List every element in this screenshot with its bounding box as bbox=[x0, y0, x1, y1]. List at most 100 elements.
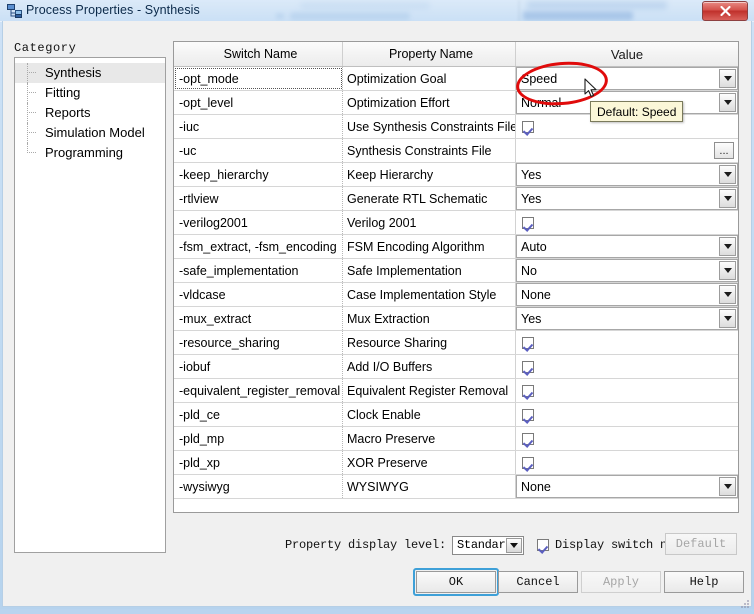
hierarchy-icon bbox=[7, 3, 23, 18]
grid-row[interactable]: -rtlview Generate RTL Schematic Yes bbox=[174, 187, 738, 211]
column-header-value[interactable]: Value bbox=[516, 42, 738, 66]
chevron-down-icon[interactable] bbox=[719, 189, 736, 208]
cell-value[interactable] bbox=[516, 451, 738, 474]
cell-value[interactable] bbox=[516, 403, 738, 426]
chevron-down-icon[interactable] bbox=[506, 537, 523, 553]
category-item-label: Reports bbox=[45, 105, 91, 120]
cell-property-name: Generate RTL Schematic bbox=[343, 187, 516, 210]
category-item-synthesis[interactable]: Synthesis bbox=[15, 63, 165, 83]
grid-row[interactable]: -opt_mode Optimization Goal Speed bbox=[174, 67, 738, 91]
cell-switch-name: -resource_sharing bbox=[174, 331, 343, 354]
value-checkbox[interactable] bbox=[522, 456, 534, 469]
chevron-down-icon[interactable] bbox=[719, 237, 736, 256]
grid-row[interactable]: -uc Synthesis Constraints File... bbox=[174, 139, 738, 163]
value-combobox[interactable]: Speed bbox=[516, 67, 738, 90]
display-switch-names-checkbox[interactable] bbox=[537, 539, 550, 551]
value-checkbox[interactable] bbox=[522, 216, 534, 229]
options-bar: Property display level: Standard Display… bbox=[285, 533, 695, 557]
value-combobox[interactable]: No bbox=[516, 259, 738, 282]
cell-switch-name: -wysiwyg bbox=[174, 475, 343, 498]
column-header-property-name[interactable]: Property Name bbox=[343, 42, 516, 66]
help-button[interactable]: Help bbox=[664, 571, 744, 593]
value-combobox[interactable]: Yes bbox=[516, 307, 738, 330]
cell-value[interactable]: None bbox=[516, 475, 738, 498]
cell-value[interactable]: Yes bbox=[516, 187, 738, 210]
grid-row[interactable]: -iobuf Add I/O Buffers bbox=[174, 355, 738, 379]
cell-value[interactable] bbox=[516, 379, 738, 402]
category-item-simulation-model[interactable]: Simulation Model bbox=[15, 123, 165, 143]
cell-switch-name: -pld_mp bbox=[174, 427, 343, 450]
browse-ellipsis-button[interactable]: ... bbox=[714, 142, 734, 159]
cancel-button[interactable]: Cancel bbox=[498, 571, 578, 593]
cell-switch-name: -opt_level bbox=[174, 91, 343, 114]
cell-value[interactable] bbox=[516, 355, 738, 378]
value-checkbox[interactable] bbox=[522, 432, 534, 445]
category-item-label: Simulation Model bbox=[45, 125, 145, 140]
value-combobox[interactable]: Auto bbox=[516, 235, 738, 258]
value-combobox[interactable]: Yes bbox=[516, 163, 738, 186]
value-checkbox[interactable] bbox=[522, 360, 534, 373]
grid-row[interactable]: -pld_xp XOR Preserve bbox=[174, 451, 738, 475]
value-checkbox[interactable] bbox=[522, 408, 534, 421]
grid-row[interactable]: -pld_mp Macro Preserve bbox=[174, 427, 738, 451]
category-item-reports[interactable]: Reports bbox=[15, 103, 165, 123]
cell-value[interactable] bbox=[516, 211, 738, 234]
grid-row[interactable]: -safe_implementation Safe Implementation N… bbox=[174, 259, 738, 283]
cell-property-name: Use Synthesis Constraints File bbox=[343, 115, 516, 138]
cell-value[interactable]: Auto bbox=[516, 235, 738, 258]
chevron-down-icon[interactable] bbox=[719, 69, 736, 88]
chevron-down-icon[interactable] bbox=[719, 165, 736, 184]
chevron-down-icon[interactable] bbox=[719, 285, 736, 304]
display-level-select[interactable]: Standard bbox=[452, 535, 525, 555]
cell-switch-name: -vldcase bbox=[174, 283, 343, 306]
cell-value[interactable] bbox=[516, 427, 738, 450]
grid-row[interactable]: -fsm_extract, -fsm_encoding FSM Encoding … bbox=[174, 235, 738, 259]
close-button[interactable] bbox=[702, 1, 748, 21]
cell-property-name: Add I/O Buffers bbox=[343, 355, 516, 378]
tree-line bbox=[27, 152, 36, 154]
grid-row[interactable]: -equivalent_register_removal Equivalent R… bbox=[174, 379, 738, 403]
value-combobox[interactable]: None bbox=[516, 475, 738, 498]
grid-row[interactable]: -mux_extract Mux Extraction Yes bbox=[174, 307, 738, 331]
chevron-down-icon[interactable] bbox=[719, 309, 736, 328]
category-item-fitting[interactable]: Fitting bbox=[15, 83, 165, 103]
cell-value[interactable]: ... bbox=[516, 139, 738, 162]
category-item-label: Fitting bbox=[45, 85, 81, 100]
cell-value[interactable]: No bbox=[516, 259, 738, 282]
grid-row[interactable]: -vldcase Case Implementation Style None bbox=[174, 283, 738, 307]
value-checkbox[interactable] bbox=[522, 336, 534, 349]
cell-property-name: XOR Preserve bbox=[343, 451, 516, 474]
chevron-down-icon[interactable] bbox=[719, 261, 736, 280]
grid-row[interactable]: -verilog2001 Verilog 2001 bbox=[174, 211, 738, 235]
value-checkbox[interactable] bbox=[522, 384, 534, 397]
cell-property-name: Resource Sharing bbox=[343, 331, 516, 354]
chevron-down-icon[interactable] bbox=[719, 93, 736, 112]
cell-value[interactable]: Yes bbox=[516, 163, 738, 186]
grid-row[interactable]: -resource_sharing Resource Sharing bbox=[174, 331, 738, 355]
cell-value[interactable]: Yes bbox=[516, 307, 738, 330]
cell-switch-name: -rtlview bbox=[174, 187, 343, 210]
cell-switch-name: -pld_ce bbox=[174, 403, 343, 426]
value-combobox[interactable]: Yes bbox=[516, 187, 738, 210]
value-checkbox[interactable] bbox=[522, 120, 534, 133]
grid-row[interactable]: -wysiwyg WYSIWYG None bbox=[174, 475, 738, 499]
resize-grip-icon[interactable] bbox=[740, 596, 750, 608]
column-header-switch-name[interactable]: Switch Name bbox=[174, 42, 343, 66]
chevron-down-icon[interactable] bbox=[719, 477, 736, 496]
cell-value[interactable]: Speed bbox=[516, 67, 738, 90]
title-bar[interactable]: Process Properties - Synthesis bbox=[0, 0, 754, 22]
display-level-value: Standard bbox=[457, 538, 513, 552]
category-item-programming[interactable]: Programming bbox=[15, 143, 165, 163]
grid-row[interactable]: -keep_hierarchy Keep Hierarchy Yes bbox=[174, 163, 738, 187]
category-tree[interactable]: Synthesis Fitting Reports Simulation Mod… bbox=[14, 57, 166, 553]
cell-value[interactable]: None bbox=[516, 283, 738, 306]
grid-row[interactable]: -pld_ce Clock Enable bbox=[174, 403, 738, 427]
cell-value[interactable] bbox=[516, 331, 738, 354]
cell-property-name: Clock Enable bbox=[343, 403, 516, 426]
category-label: Category bbox=[14, 41, 77, 55]
cell-switch-name: -uc bbox=[174, 139, 343, 162]
tree-line bbox=[27, 132, 36, 134]
grid-body: -opt_mode Optimization Goal Speed -opt_leve… bbox=[174, 67, 738, 499]
ok-button[interactable]: OK bbox=[416, 571, 496, 593]
value-combobox[interactable]: None bbox=[516, 283, 738, 306]
